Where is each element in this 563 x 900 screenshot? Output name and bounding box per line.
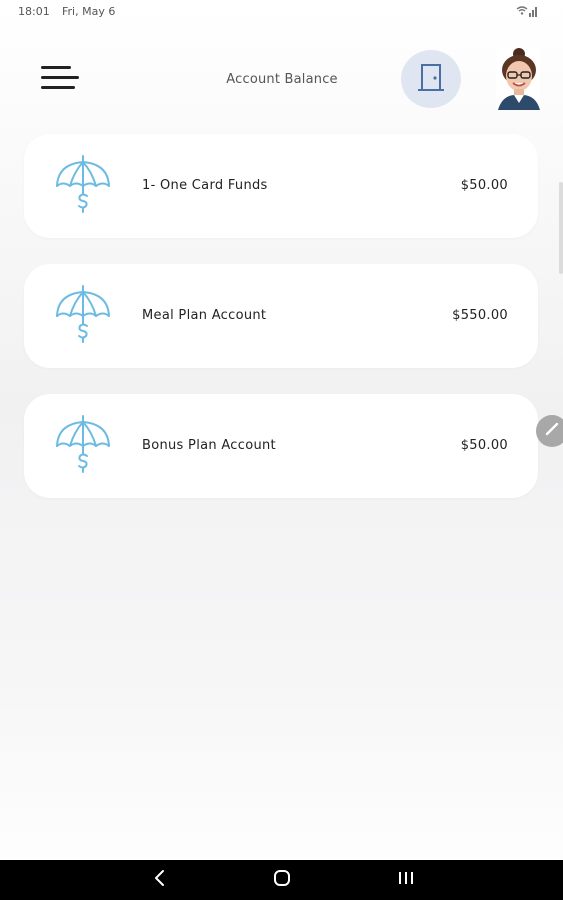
pencil-icon (544, 421, 560, 441)
status-bar: 18:01 Fri, May 6 (0, 0, 563, 24)
account-amount: $50.00 (460, 178, 508, 193)
edit-button[interactable] (536, 415, 563, 447)
account-name: Meal Plan Account (142, 308, 267, 323)
umbrella-dollar-icon (54, 284, 112, 348)
home-icon (273, 869, 291, 891)
scrollbar[interactable] (559, 182, 563, 274)
account-card-meal-plan[interactable]: Meal Plan Account $550.00 (24, 264, 538, 368)
account-name: 1- One Card Funds (142, 178, 268, 193)
page-title: Account Balance (226, 72, 338, 87)
account-card-bonus-plan[interactable]: Bonus Plan Account $50.00 (24, 394, 538, 498)
app-header: Account Balance (0, 40, 563, 120)
account-card-one-card-funds[interactable]: 1- One Card Funds $50.00 (24, 134, 538, 238)
account-name: Bonus Plan Account (142, 438, 276, 453)
door-icon (416, 61, 446, 97)
recents-button[interactable] (391, 868, 421, 892)
back-icon (153, 869, 167, 891)
system-nav-bar (0, 860, 563, 900)
avatar[interactable] (496, 48, 540, 110)
umbrella-dollar-icon (54, 154, 112, 218)
menu-button[interactable] (38, 64, 82, 96)
status-date: Fri, May 6 (62, 5, 116, 18)
door-button[interactable] (401, 50, 461, 108)
account-list: 1- One Card Funds $50.00 Meal Plan Accou… (24, 134, 538, 524)
back-button[interactable] (145, 868, 175, 892)
account-amount: $50.00 (460, 438, 508, 453)
umbrella-dollar-icon (54, 414, 112, 478)
home-button[interactable] (267, 868, 297, 892)
signal-icon (515, 4, 539, 18)
recents-icon (397, 869, 415, 891)
account-amount: $550.00 (452, 308, 508, 323)
status-time: 18:01 (18, 5, 50, 18)
